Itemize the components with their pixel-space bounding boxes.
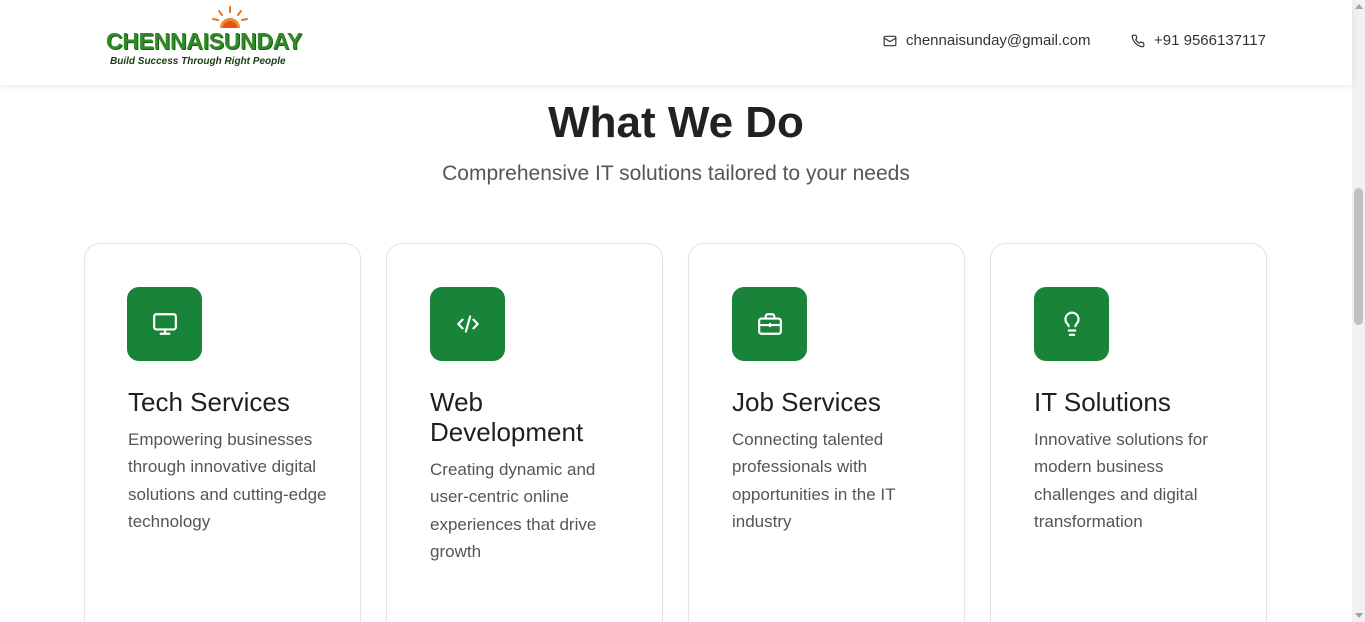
card-icon-box [430,287,505,361]
service-card-it-solutions[interactable]: IT Solutions Innovative solutions for mo… [990,243,1267,622]
phone-text: +91 9566137117 [1154,32,1266,49]
lightbulb-icon [1063,311,1080,336]
page: CHENNAISUNDAY Build Success Through Righ… [0,0,1365,622]
code-icon [456,315,479,333]
email-text: chennaisunday@gmail.com [906,32,1091,49]
mail-icon [883,35,897,46]
logo-name: CHENNAISUNDAY [106,28,302,54]
card-icon-box [732,287,807,361]
service-card-job-services[interactable]: Job Services Connecting talented profess… [688,243,965,622]
section-subtitle: Comprehensive IT solutions tailored to y… [442,162,910,185]
card-icon-box [1034,287,1109,361]
section-title: What We Do [548,98,804,147]
scrollbar-thumb[interactable] [1354,188,1363,325]
briefcase-icon [757,313,782,335]
vertical-scrollbar[interactable] [1352,0,1365,622]
service-card-web-development[interactable]: Web Development Creating dynamic and use… [386,243,663,622]
scroll-up-arrow-icon[interactable] [1355,4,1363,9]
contact-phone[interactable]: +91 9566137117 [1131,32,1266,49]
monitor-icon [152,313,177,335]
site-header: CHENNAISUNDAY Build Success Through Righ… [0,0,1352,85]
card-title: Web Development [430,387,584,447]
service-card-tech-services[interactable]: Tech Services Empowering businesses thro… [84,243,361,622]
logo[interactable]: CHENNAISUNDAY Build Success Through Righ… [104,6,304,76]
card-icon-box [127,287,202,361]
card-description: Connecting talented professionals with o… [732,430,896,531]
card-description: Creating dynamic and user-centric online… [430,460,597,561]
contact-email[interactable]: chennaisunday@gmail.com [883,32,1091,49]
logo-tagline: Build Success Through Right People [110,56,286,67]
card-description: Innovative solutions for modern business… [1034,430,1208,531]
phone-icon [1131,34,1145,47]
card-title: Job Services [732,387,881,417]
card-title: IT Solutions [1034,387,1171,417]
card-description: Empowering businesses through innovative… [128,430,327,531]
scroll-down-arrow-icon[interactable] [1355,613,1363,618]
sun-logo-icon [212,6,248,28]
card-title: Tech Services [128,387,290,417]
